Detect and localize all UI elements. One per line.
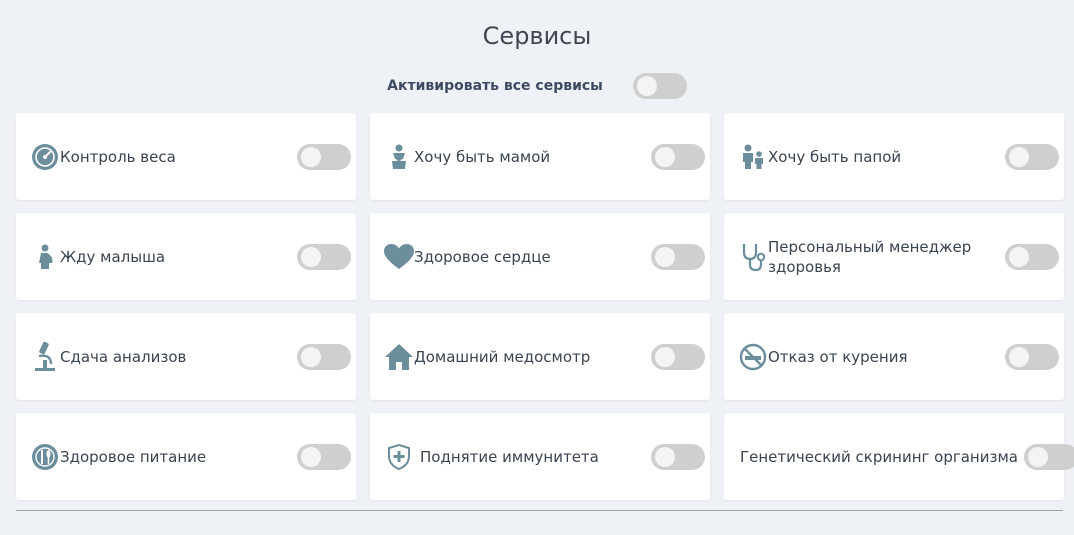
service-card-weight: Контроль веса: [16, 113, 356, 200]
service-card-father: Хочу быть папой: [724, 113, 1064, 200]
toggle-knob: [301, 146, 321, 167]
bottom-divider: [16, 510, 1063, 511]
toggle-knob: [655, 246, 675, 267]
service-toggle[interactable]: [297, 243, 351, 270]
toggle-knob: [1009, 246, 1029, 267]
service-card-immunity: Поднятие иммунитета: [370, 413, 710, 500]
service-toggle[interactable]: [297, 143, 351, 170]
service-card-health-manager: Персональный менеджер здоровья: [724, 213, 1064, 300]
service-toggle[interactable]: [297, 443, 351, 470]
service-toggle[interactable]: [651, 443, 705, 470]
activate-all-label: Активировать все сервисы: [387, 78, 603, 94]
service-card-pregnancy: Жду малыша: [16, 213, 356, 300]
plate-cutlery-icon: [30, 440, 60, 474]
service-name: Контроль веса: [60, 147, 176, 166]
service-card-mother: Хочу быть мамой: [370, 113, 710, 200]
service-toggle[interactable]: [651, 143, 705, 170]
service-toggle[interactable]: [651, 343, 705, 370]
toggle-knob: [301, 346, 321, 367]
toggle-knob: [655, 446, 675, 467]
service-name: Здоровое сердце: [414, 247, 551, 266]
service-card-home-checkup: Домашний медосмотр: [370, 313, 710, 400]
toggle-knob: [1009, 146, 1029, 167]
service-toggle[interactable]: [651, 243, 705, 270]
stethoscope-icon: [738, 240, 768, 274]
pregnant-icon: [30, 240, 60, 274]
toggle-knob: [655, 346, 675, 367]
service-toggle[interactable]: [1005, 343, 1059, 370]
service-toggle[interactable]: [1005, 143, 1059, 170]
service-name: Поднятие иммунитета: [420, 447, 599, 466]
father-child-icon: [738, 140, 768, 174]
service-card-tests: Сдача анализов: [16, 313, 356, 400]
service-name: Сдача анализов: [60, 347, 187, 366]
service-toggle[interactable]: [1023, 443, 1074, 470]
toggle-knob: [655, 146, 675, 167]
service-card-heart: Здоровое сердце: [370, 213, 710, 300]
house-icon: [384, 340, 414, 374]
heart-icon: [384, 240, 414, 274]
service-name: Генетический скрининг организма: [740, 447, 1018, 466]
toggle-knob: [301, 446, 321, 467]
service-card-nutrition: Здоровое питание: [16, 413, 356, 500]
toggle-knob: [1027, 446, 1048, 467]
scale-gauge-icon: [30, 140, 60, 174]
service-name: Домашний медосмотр: [414, 347, 591, 366]
service-card-quit-smoking: Отказ от курения: [724, 313, 1064, 400]
services-grid: Контроль веса Хочу быть мамой Хочу быть …: [16, 113, 1074, 500]
service-name: Персональный менеджер здоровья: [768, 237, 972, 276]
service-toggle[interactable]: [297, 343, 351, 370]
service-card-genetic: Генетический скрининг организма: [724, 413, 1074, 500]
microscope-icon: [30, 340, 60, 374]
toggle-knob: [636, 76, 657, 96]
mother-baby-icon: [384, 140, 414, 174]
shield-cross-icon: [384, 440, 414, 474]
service-toggle[interactable]: [1005, 243, 1059, 270]
service-name: Жду малыша: [60, 247, 166, 266]
service-name: Хочу быть мамой: [414, 147, 551, 166]
activate-all-row: Активировать все сервисы: [0, 73, 1074, 99]
page-title: Сервисы: [482, 22, 592, 50]
service-name: Отказ от курения: [768, 347, 908, 366]
service-name: Здоровое питание: [60, 447, 207, 466]
no-smoking-icon: [738, 340, 768, 374]
service-name: Хочу быть папой: [768, 147, 902, 166]
toggle-knob: [1009, 346, 1029, 367]
activate-all-toggle[interactable]: [632, 73, 687, 99]
toggle-knob: [301, 246, 321, 267]
